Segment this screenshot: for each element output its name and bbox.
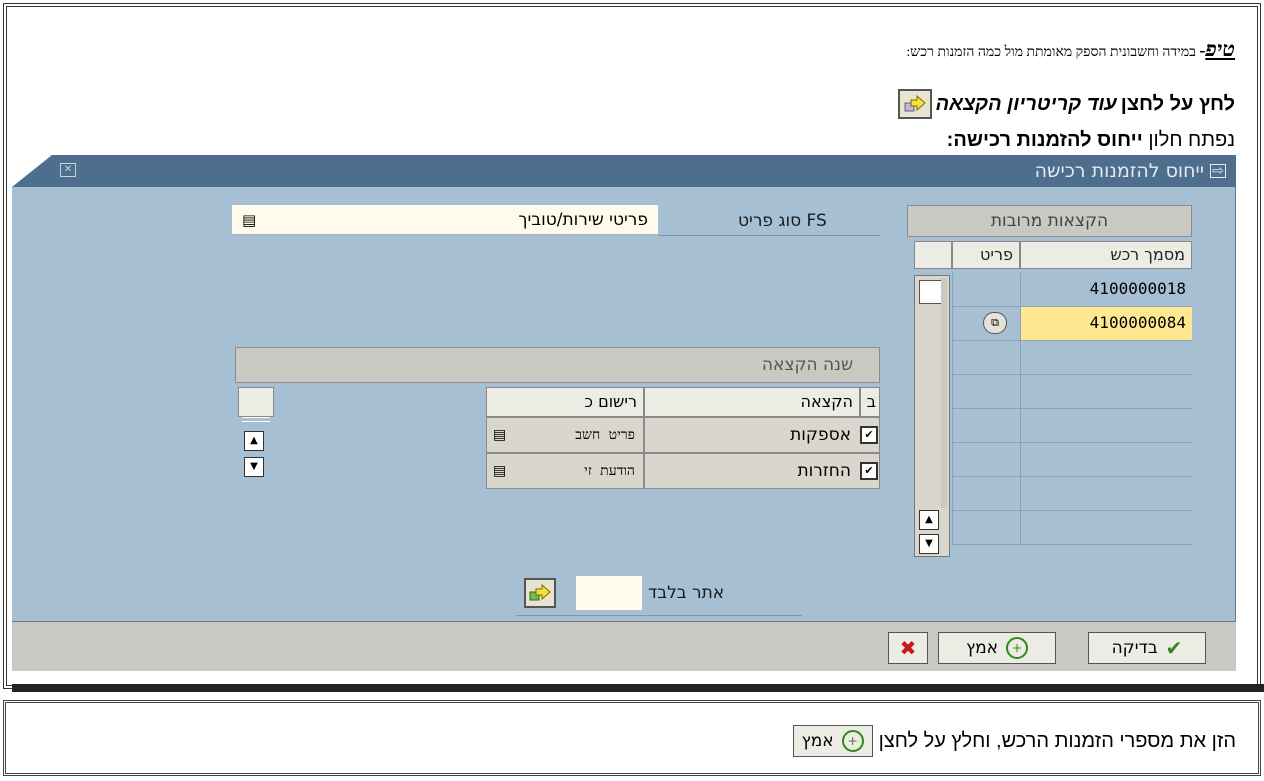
- fs-item-type-label: סוג פריט FS: [738, 211, 827, 231]
- accept-inline-label: אמץ: [801, 731, 834, 751]
- po-cell[interactable]: [1020, 409, 1192, 443]
- close-icon[interactable]: ✕: [60, 163, 76, 177]
- tip-line: טיפ- במידה וחשבונית הספק מאומתת מול כמה …: [906, 37, 1235, 62]
- frame-shadow: [12, 684, 1264, 692]
- col-select-header[interactable]: [914, 241, 952, 269]
- tip-word: טיפ: [1205, 37, 1235, 61]
- po-cell[interactable]: [1020, 511, 1192, 545]
- po-cell[interactable]: 4100000018: [1020, 273, 1192, 307]
- item-cell[interactable]: [952, 375, 1020, 409]
- bottom-instruction: הזן את מספרי הזמנות הרכש, וחלץ על לחצן +…: [792, 725, 1236, 757]
- assign-cell[interactable]: אספקות: [644, 417, 880, 453]
- instruction-frame-top: טיפ- במידה וחשבונית הספק מאומתת מול כמה …: [3, 3, 1261, 689]
- posting-value: הודעת זי: [584, 463, 635, 479]
- titlebar-notch: [12, 155, 52, 187]
- clock-accept-icon: +: [841, 730, 864, 752]
- scroll-up-icon[interactable]: ▲: [244, 431, 264, 451]
- item-cell[interactable]: [952, 477, 1020, 511]
- tip-text: במידה וחשבונית הספק מאומתת מול כמה הזמנו…: [906, 45, 1196, 60]
- col-b-header[interactable]: ב: [860, 387, 880, 417]
- po-cell-active[interactable]: 4100000084: [1020, 307, 1192, 341]
- dialog-title-text: ייחוס להזמנות רכישה: [1034, 160, 1204, 182]
- posting-value: פריט חשב: [575, 427, 635, 443]
- dialog-footer: ✔ בדיקה + אמץ ✖: [12, 621, 1236, 671]
- year-corner-cell[interactable]: [238, 387, 274, 417]
- clock-accept-icon: +: [1006, 637, 1029, 659]
- fs-item-type-value: פריטי שירות/טוביך: [518, 209, 648, 230]
- checkbox-checked-icon[interactable]: ✔: [860, 426, 878, 444]
- site-only-field[interactable]: [576, 576, 642, 610]
- opens-line: נפתח חלון ייחוס להזמנות רכישה:: [947, 129, 1235, 152]
- dialog-title: ⇨ ייחוס להזמנות רכישה: [1035, 160, 1226, 182]
- scroll-down-icon[interactable]: ▼: [244, 457, 264, 477]
- press-italic: עוד קריטריון הקצאה: [935, 92, 1117, 115]
- item-cell[interactable]: [952, 511, 1020, 545]
- cancel-button[interactable]: ✖: [888, 632, 928, 664]
- bottom-text: הזן את מספרי הזמנות הרכש, וחלץ על לחצן: [878, 729, 1236, 752]
- opens-bold: ייחוס להזמנות רכישה:: [946, 129, 1143, 151]
- po-cell[interactable]: [1020, 375, 1192, 409]
- year-scroll[interactable]: ▲ ▼: [238, 417, 274, 489]
- col-posting-header[interactable]: רישום כ: [486, 387, 644, 417]
- col-assign-header[interactable]: הקצאה: [644, 387, 860, 417]
- checkbox-checked-icon[interactable]: ✔: [860, 462, 878, 480]
- po-cell[interactable]: [1020, 443, 1192, 477]
- item-cell[interactable]: ⧉: [952, 307, 1020, 341]
- press-prefix: לחץ על לחצן: [1120, 92, 1235, 115]
- dropdown-list-icon[interactable]: ▤: [493, 454, 506, 488]
- col-po-header[interactable]: מסמך רכש: [1020, 241, 1192, 269]
- site-arrow-icon[interactable]: [524, 578, 556, 608]
- cancel-x-icon: ✖: [899, 636, 917, 660]
- f4-help-icon[interactable]: ⧉: [983, 312, 1007, 334]
- posting-cell[interactable]: פריט חשב ▤: [486, 417, 644, 453]
- po-reference-dialog: ✕ ⇨ ייחוס להזמנות רכישה הקצאות מרובות מס…: [12, 155, 1236, 671]
- scroll-grip: [242, 417, 270, 422]
- accept-button-label: אמץ: [965, 638, 999, 658]
- scroll-down-icon[interactable]: ▼: [919, 534, 939, 554]
- scroll-track[interactable]: [941, 278, 947, 508]
- window-icon: ⇨: [1210, 164, 1226, 178]
- dropdown-list-icon[interactable]: ▤: [242, 211, 256, 229]
- posting-cell[interactable]: הודעת זי ▤: [486, 453, 644, 489]
- fs-item-type-field[interactable]: ▤ פריטי שירות/טוביך: [232, 205, 658, 235]
- assign-cell[interactable]: החזרות: [644, 453, 880, 489]
- more-criteria-icon: [897, 89, 932, 119]
- checkmark-icon: ✔: [1165, 636, 1183, 660]
- item-cell[interactable]: [952, 341, 1020, 375]
- site-only-label: אתר בלבד: [648, 583, 725, 603]
- fs-underline: [658, 235, 880, 236]
- check-button[interactable]: ✔ בדיקה: [1088, 632, 1206, 664]
- row-selector[interactable]: [919, 280, 943, 304]
- grid-vertical-scrollbar[interactable]: ▲ ▼: [914, 275, 950, 557]
- dialog-titlebar: ✕ ⇨ ייחוס להזמנות רכישה: [12, 155, 1236, 187]
- press-instruction: לחץ על לחצן עוד קריטריון הקצאה: [897, 89, 1235, 119]
- accept-button[interactable]: + אמץ: [938, 632, 1056, 664]
- accept-button-inline: + אמץ: [792, 725, 873, 757]
- item-cell[interactable]: [952, 409, 1020, 443]
- po-cell[interactable]: [1020, 341, 1192, 375]
- dropdown-list-icon[interactable]: ▤: [493, 418, 506, 452]
- item-cell[interactable]: [952, 273, 1020, 307]
- item-cell[interactable]: [952, 443, 1020, 477]
- multi-assign-header: הקצאות מרובות: [907, 205, 1192, 237]
- col-item-header[interactable]: פריט: [952, 241, 1020, 269]
- scroll-up-icon[interactable]: ▲: [919, 510, 939, 530]
- po-cell[interactable]: [1020, 477, 1192, 511]
- site-underline: [516, 615, 802, 616]
- instruction-frame-bottom: הזן את מספרי הזמנות הרכש, וחלץ על לחצן +…: [3, 700, 1261, 776]
- check-button-label: בדיקה: [1111, 638, 1158, 658]
- opens-prefix: נפתח חלון: [1148, 129, 1235, 151]
- year-assign-header: שנה הקצאה: [235, 347, 880, 383]
